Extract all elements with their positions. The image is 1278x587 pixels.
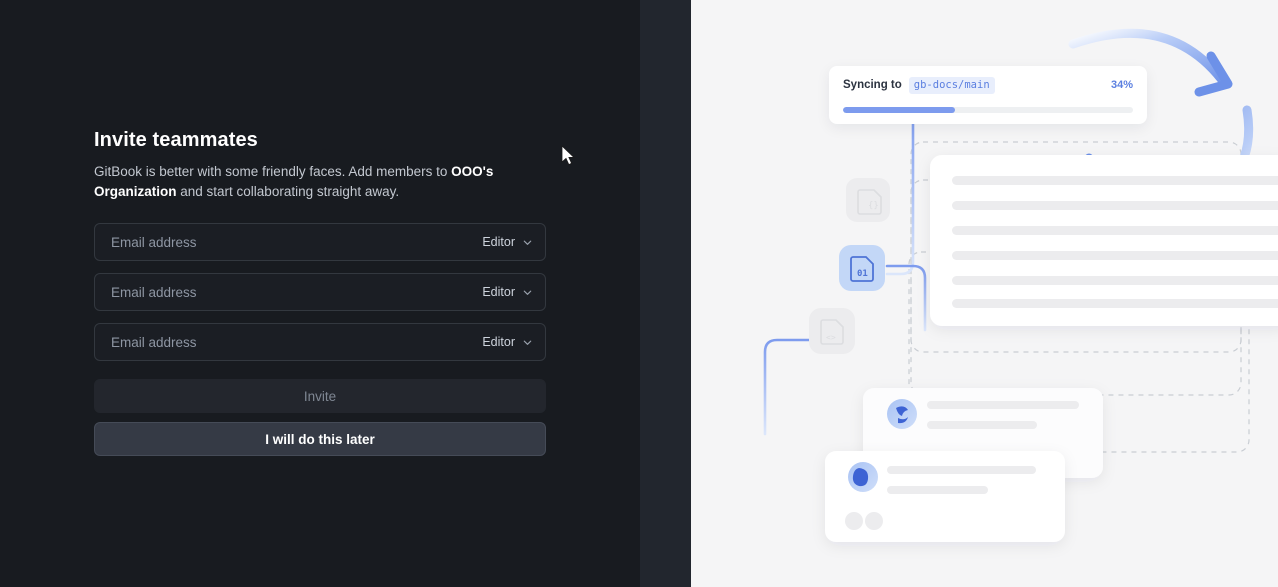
file-tile-code: <>: [809, 308, 855, 354]
sync-status-card: Syncing to gb-docs/main 34%: [829, 66, 1147, 124]
role-select-1[interactable]: Editor: [472, 235, 533, 249]
invite-row-3: Editor: [94, 323, 546, 361]
chevron-down-icon: [522, 287, 533, 298]
sync-branch-badge: gb-docs/main: [909, 77, 995, 94]
invite-row-1: Editor: [94, 223, 546, 261]
email-input-2[interactable]: [111, 274, 472, 310]
email-input-3[interactable]: [111, 324, 472, 360]
chevron-down-icon: [522, 337, 533, 348]
sync-label: Syncing to: [843, 79, 902, 91]
invite-button[interactable]: Invite: [94, 379, 546, 413]
chevron-down-icon: [522, 237, 533, 248]
sync-percent-label: 34%: [1111, 79, 1133, 91]
page-title: Invite teammates: [94, 128, 546, 152]
email-input-1[interactable]: [111, 224, 472, 260]
document-card: [930, 155, 1278, 326]
reaction-dot: [865, 512, 883, 530]
svg-text:<>: <>: [826, 333, 836, 342]
svg-text:{}: {}: [868, 201, 879, 211]
svg-text:01: 01: [857, 269, 868, 279]
sync-illustration: {} 01 <>: [691, 0, 1278, 587]
sync-progress-fill: [843, 107, 955, 113]
invite-row-2: Editor: [94, 273, 546, 311]
role-select-3[interactable]: Editor: [472, 335, 533, 349]
description-lead: GitBook is better with some friendly fac…: [94, 164, 451, 179]
sync-card-header: Syncing to gb-docs/main 34%: [843, 77, 1133, 94]
role-select-2[interactable]: Editor: [472, 285, 533, 299]
file-tile-braces: {}: [846, 178, 890, 222]
skip-button[interactable]: I will do this later: [94, 422, 546, 456]
reaction-dot: [845, 512, 863, 530]
role-select-label-1: Editor: [482, 235, 515, 249]
invite-form: Invite teammates GitBook is better with …: [94, 128, 546, 456]
page-description: GitBook is better with some friendly fac…: [94, 162, 498, 201]
onboarding-screen: Invite teammates GitBook is better with …: [0, 0, 1278, 587]
file-tile-active-01: 01: [839, 245, 885, 291]
sync-progress-track: [843, 107, 1133, 113]
role-select-label-2: Editor: [482, 285, 515, 299]
role-select-label-3: Editor: [482, 335, 515, 349]
comment-card-front: [825, 451, 1065, 542]
sync-label-group: Syncing to gb-docs/main: [843, 77, 995, 94]
panel-divider-band: [640, 0, 691, 587]
description-tail: and start collaborating straight away.: [177, 184, 400, 199]
